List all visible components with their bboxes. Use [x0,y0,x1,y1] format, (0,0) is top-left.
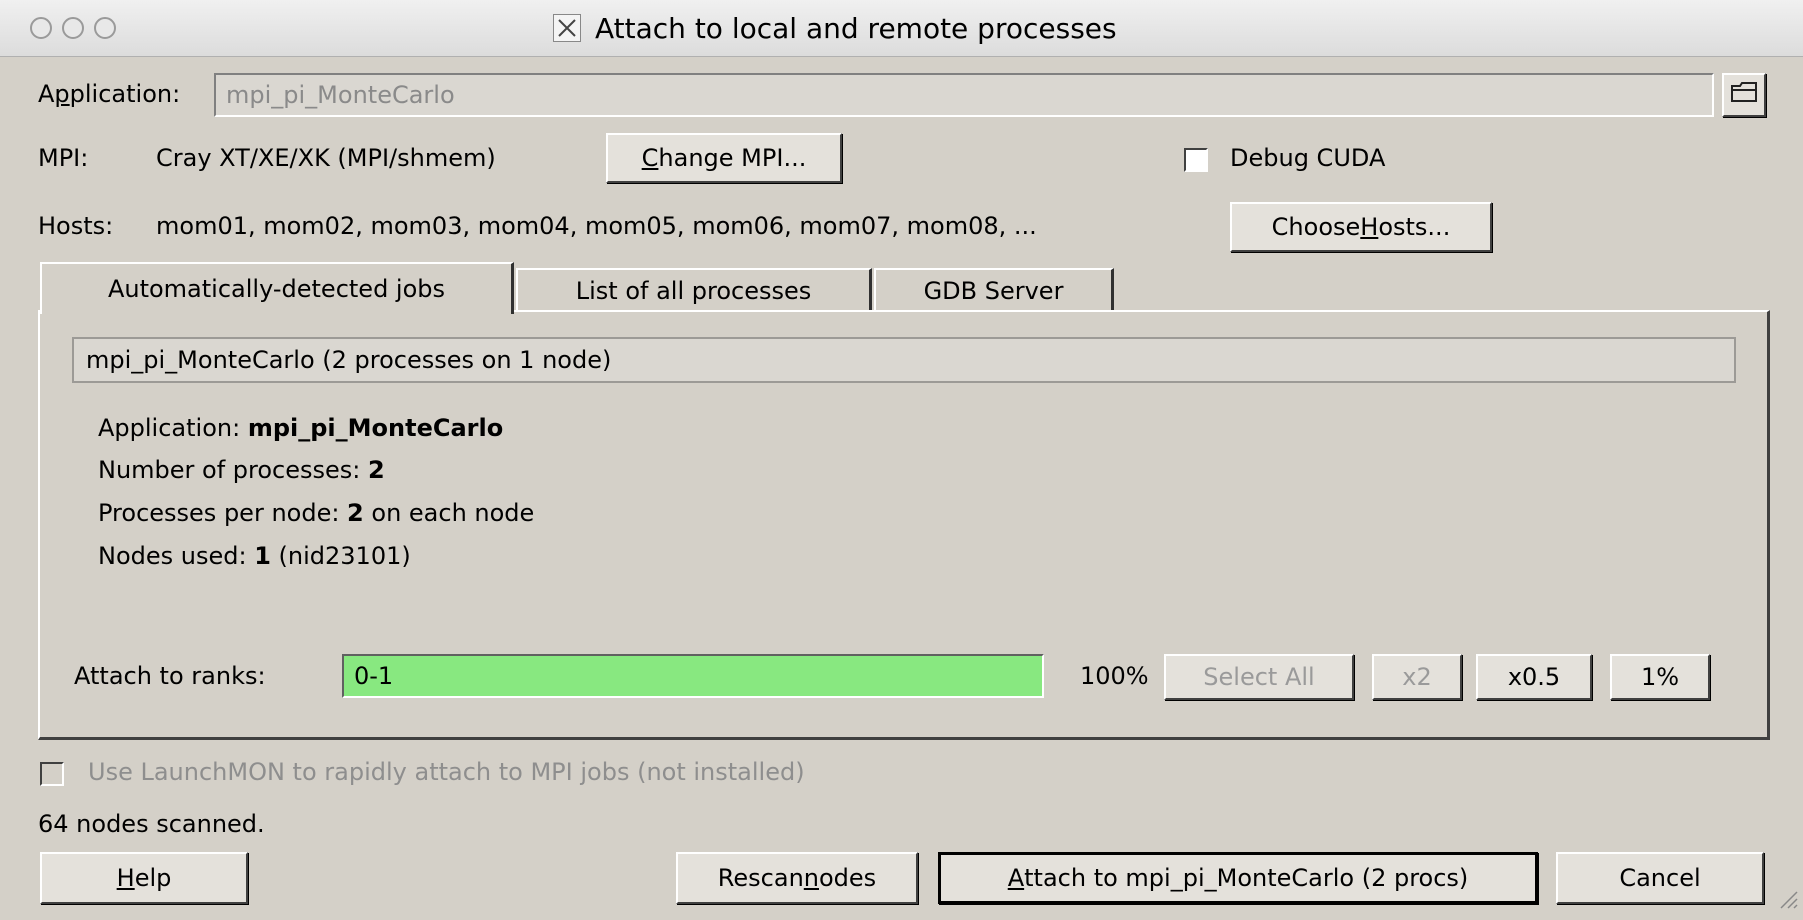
minimize-window-button[interactable] [62,17,84,39]
job-application-info: Application: mpi_pi_MonteCarlo [98,414,504,442]
tab-automatically-detected-jobs[interactable]: Automatically-detected jobs [40,262,514,314]
mpi-value: Cray XT/XE/XK (MPI/shmem) [156,144,496,172]
application-field-value: mpi_pi_MonteCarlo [226,81,455,109]
browse-application-button[interactable] [1722,73,1766,117]
debug-cuda-label: Debug CUDA [1230,144,1386,172]
title-bar: Attach to local and remote processes [0,0,1803,57]
hosts-label: Hosts: [38,212,114,240]
rescan-nodes-button[interactable]: Rescan n odes [676,852,918,904]
choose-hosts-button[interactable]: Choose Hosts... [1230,202,1492,252]
ranks-input[interactable]: 0-1 [342,654,1044,698]
launchmon-label: Use LaunchMON to rapidly attach to MPI j… [88,758,805,786]
job-nodes-used-info: Nodes used: 1 (nid23101) [98,542,411,570]
x0-5-button[interactable]: x0.5 [1476,654,1592,700]
one-percent-button[interactable]: 1% [1610,654,1710,700]
application-label: Application: [38,80,181,108]
close-window-button[interactable] [30,17,52,39]
hosts-value: mom01, mom02, mom03, mom04, mom05, mom06… [156,212,1037,240]
attach-button[interactable]: Attach to mpi_pi_MonteCarlo (2 procs) [938,852,1538,904]
change-mpi-button[interactable]: Change MPI... [606,133,842,183]
debug-cuda-checkbox[interactable] [1184,148,1208,172]
job-processes-per-node-info: Processes per node: 2 on each node [98,499,535,527]
tab-list-of-all-processes[interactable]: List of all processes [516,268,872,312]
window-title: Attach to local and remote processes [595,12,1117,45]
x2-button[interactable]: x2 [1372,654,1462,700]
help-button[interactable]: Help [40,852,248,904]
ranks-input-value: 0-1 [354,662,394,690]
zoom-window-button[interactable] [94,17,116,39]
job-num-processes-info: Number of processes: 2 [98,456,385,484]
select-all-button[interactable]: Select All [1164,654,1354,700]
folder-icon [1730,80,1758,110]
job-list-item[interactable]: mpi_pi_MonteCarlo (2 processes on 1 node… [72,337,1736,383]
x11-icon [553,14,581,42]
attach-to-ranks-label: Attach to ranks: [74,662,266,690]
resize-grip-icon[interactable] [1775,886,1799,916]
ranks-percent: 100% [1080,662,1149,690]
application-field[interactable]: mpi_pi_MonteCarlo [214,73,1714,117]
status-text: 64 nodes scanned. [38,810,265,838]
tab-gdb-server[interactable]: GDB Server [874,268,1114,312]
launchmon-checkbox[interactable] [40,762,64,786]
mpi-label: MPI: [38,144,89,172]
cancel-button[interactable]: Cancel [1556,852,1764,904]
